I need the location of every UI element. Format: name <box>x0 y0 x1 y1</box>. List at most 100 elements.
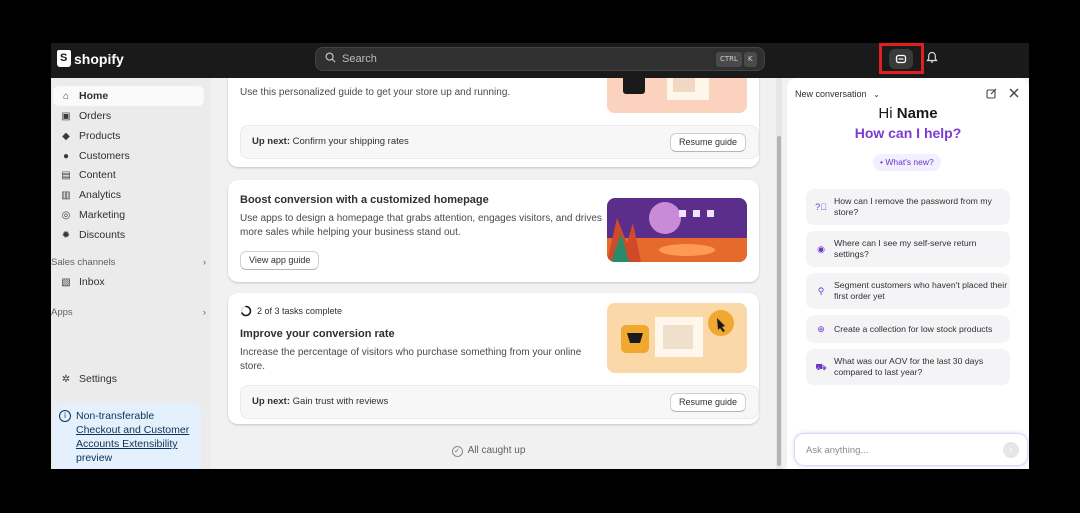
sidebar-item-analytics[interactable]: ▥ Analytics <box>53 185 204 205</box>
sidebar-item-products[interactable]: ◆ Products <box>53 126 204 146</box>
card-title: Improve your conversion rate <box>240 328 395 340</box>
resume-guide-button[interactable]: Resume guide <box>669 133 746 152</box>
suggestion-item[interactable]: ⊕ Create a collection for low stock produ… <box>806 315 1010 343</box>
sidebar-item-marketing[interactable]: ◎ Marketing <box>53 205 204 225</box>
sidebar-item-customers[interactable]: ● Customers <box>53 146 204 166</box>
sidebar-item-home[interactable]: ⌂ Home <box>53 86 204 106</box>
whats-new-button[interactable]: • What's new? <box>873 154 941 171</box>
suggestion-item[interactable]: ?⃝ How can I remove the password from my … <box>806 189 1010 225</box>
chart-icon: ▥ <box>61 189 71 201</box>
all-caught-up: ✓ All caught up <box>211 445 766 457</box>
preview-notice: i Non-transferable Checkout and Customer… <box>53 403 201 469</box>
suggestion-text: Where can I see my self-serve return set… <box>834 238 977 259</box>
ask-input[interactable]: Ask anything... ↑ <box>794 433 1028 466</box>
card-title: Boost conversion with a customized homep… <box>240 194 489 206</box>
inbox-icon: ▧ <box>61 276 71 288</box>
search-placeholder: Search <box>342 53 377 65</box>
suggestion-text: Segment customers who haven't placed the… <box>834 280 1008 301</box>
homepage-card: Boost conversion with a customized homep… <box>228 180 759 282</box>
sidebar-item-orders[interactable]: ▣ Orders <box>53 106 204 126</box>
sidebar-item-label: Marketing <box>79 209 126 221</box>
suggestion-item[interactable]: ⚲ Segment customers who haven't placed th… <box>806 273 1010 309</box>
sidebar-item-discounts[interactable]: ✹ Discounts <box>53 225 204 245</box>
sidebar-item-content[interactable]: ▤ Content <box>53 165 204 185</box>
sidekick-panel: New conversation ⌄ Hi Name How can I hel… <box>787 78 1029 469</box>
sidekick-icon[interactable] <box>889 49 913 69</box>
app-window: shopify Search CTRL K ⌂ Home ▣ Orders ◆ Pro… <box>51 43 1029 469</box>
sparkle-icon: • <box>880 157 883 167</box>
sidebar-item-label: Analytics <box>79 189 122 201</box>
person-icon: ⚲ <box>817 285 825 296</box>
chevron-down-icon: ⌄ <box>873 90 880 99</box>
notice-text-end: preview <box>76 452 113 464</box>
send-icon[interactable]: ↑ <box>1003 442 1019 458</box>
resume-guide-button[interactable]: Resume guide <box>669 393 746 412</box>
sidebar-item-settings[interactable]: ✲ Settings <box>53 369 204 389</box>
sidebar-item-label: Orders <box>79 110 112 122</box>
content-icon: ▤ <box>61 169 71 181</box>
gear-icon: ✲ <box>61 373 71 385</box>
apps-section[interactable]: Apps › <box>51 307 206 318</box>
homepage-illustration <box>607 198 747 262</box>
conversation-title: New conversation <box>795 89 867 99</box>
search-bar[interactable]: Search CTRL K <box>315 47 765 71</box>
sidebar: ⌂ Home ▣ Orders ◆ Products ● Customers ▤ Cont… <box>51 78 211 469</box>
conversion-card: 2 of 3 tasks complete Improve your conve… <box>228 293 759 424</box>
shortcut-ctrl-key: CTRL <box>716 52 742 67</box>
suggestion-item[interactable]: ⛟ What was our AOV for the last 30 days c… <box>806 349 1010 385</box>
shopify-bag-icon <box>57 50 71 67</box>
up-next-banner: Up next: Confirm your shipping rates Res… <box>240 125 759 159</box>
help-heading: How can I help? <box>854 125 962 141</box>
sidebar-item-label: Products <box>79 130 121 142</box>
question-icon: ?⃝ <box>815 201 827 212</box>
task-progress: 2 of 3 tasks complete <box>240 305 342 317</box>
sidebar-item-inbox[interactable]: ▧ Inbox <box>53 272 204 292</box>
main-content: Use this personalized guide to get your … <box>211 78 782 469</box>
sidebar-item-label: Content <box>79 169 116 181</box>
user-name: Name <box>896 105 938 122</box>
card-description: Use apps to design a homepage that grabs… <box>240 213 602 238</box>
close-icon[interactable] <box>1009 88 1019 102</box>
plus-circle-icon: ⊕ <box>817 323 825 334</box>
orders-icon: ▣ <box>61 110 71 122</box>
sidebar-item-label: Customers <box>79 150 130 162</box>
panel-actions <box>986 88 1019 102</box>
sidebar-item-label: Settings <box>79 373 117 385</box>
sales-channels-section[interactable]: Sales channels › <box>51 257 206 268</box>
greeting: Hi Name <box>787 105 1029 122</box>
suggestion-text: Create a collection for low stock produc… <box>834 323 993 334</box>
sales-channels-label: Sales channels <box>51 257 116 268</box>
sidebar-item-label: Inbox <box>79 276 105 288</box>
view-app-guide-button[interactable]: View app guide <box>240 251 320 270</box>
card-description: Use this personalized guide to get your … <box>240 87 511 98</box>
compose-icon[interactable] <box>986 88 997 102</box>
check-circle-icon: ✓ <box>451 446 463 457</box>
suggestion-text: What was our AOV for the last 30 days co… <box>834 356 984 377</box>
conversation-selector[interactable]: New conversation ⌄ <box>795 89 880 99</box>
scrollbar[interactable] <box>776 78 782 469</box>
apps-label: Apps <box>51 307 73 318</box>
chevron-right-icon: › <box>202 307 206 318</box>
greeting-word: Hi <box>878 105 893 122</box>
home-icon: ⌂ <box>62 90 70 102</box>
search-icon <box>325 52 336 66</box>
setup-guide-card: Use this personalized guide to get your … <box>228 78 759 167</box>
tag-icon: ◆ <box>62 130 70 142</box>
compass-icon: ◉ <box>817 243 825 254</box>
bell-icon[interactable] <box>926 51 938 67</box>
card-description: Increase the percentage of visitors who … <box>240 347 582 372</box>
suggestion-item[interactable]: ◉ Where can I see my self-serve return se… <box>806 231 1010 267</box>
caught-up-text: All caught up <box>467 445 526 456</box>
info-icon: i <box>59 410 71 422</box>
shopify-logo[interactable]: shopify <box>57 50 124 67</box>
ask-placeholder: Ask anything... <box>806 445 869 456</box>
shortcut-k-key: K <box>744 52 757 67</box>
notice-link[interactable]: Checkout and Customer Accounts Extensibi… <box>76 423 195 451</box>
chevron-right-icon: › <box>202 257 206 268</box>
top-bar: shopify Search CTRL K <box>51 43 1029 78</box>
notice-text: Non-transferable <box>76 410 155 422</box>
up-next-label: Up next: Gain trust with reviews <box>252 396 389 407</box>
progress-text: 2 of 3 tasks complete <box>257 306 343 316</box>
scrollbar-thumb[interactable] <box>777 136 781 466</box>
sidebar-item-label: Discounts <box>79 229 126 241</box>
